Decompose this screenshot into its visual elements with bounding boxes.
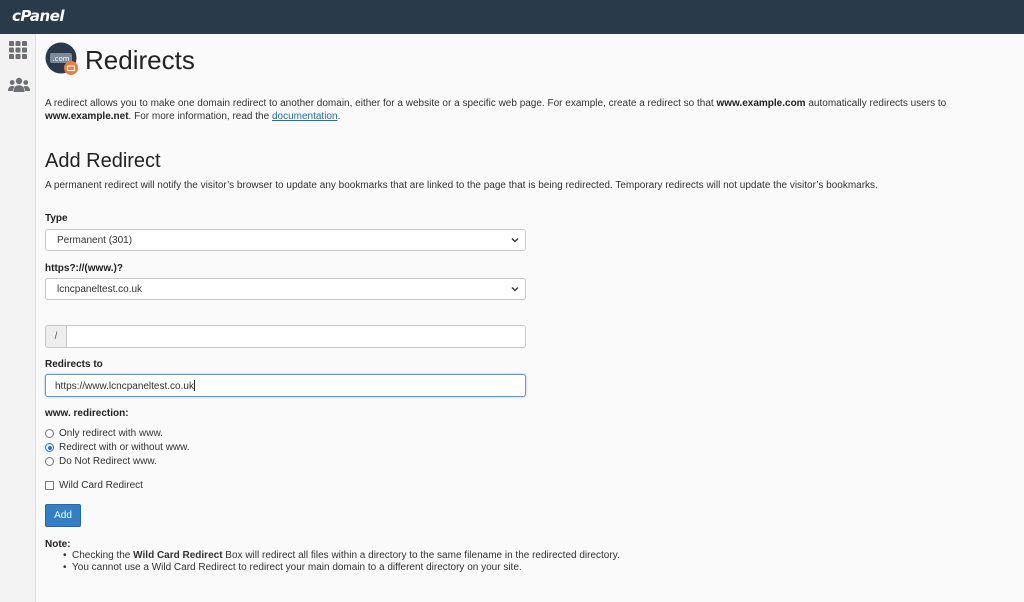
page-title: Redirects xyxy=(85,45,195,75)
text-caret xyxy=(193,380,195,391)
redirects-to-label: Redirects to xyxy=(45,359,103,370)
main-content: .com Redirects A redirect allows you to … xyxy=(36,34,1024,602)
path-input-group: / xyxy=(45,325,526,348)
radio-button[interactable] xyxy=(45,429,54,438)
www-redirection-label: www. redirection: xyxy=(45,408,129,419)
radio-label: Redirect with or without www. xyxy=(59,442,190,453)
wildcard-label: Wild Card Redirect xyxy=(59,480,143,491)
section-description: A permanent redirect will notify the vis… xyxy=(45,180,878,191)
note-label: Note: xyxy=(45,539,71,550)
type-label: Type xyxy=(45,213,68,224)
domain-select-value: lcncpaneltest.co.uk xyxy=(57,284,143,295)
sidebar xyxy=(0,34,36,602)
radio-label: Only redirect with www. xyxy=(59,428,163,439)
note-list: Checking the Wild Card Redirect Box will… xyxy=(63,550,763,574)
radio-label: Do Not Redirect www. xyxy=(59,456,157,467)
intro-text: A redirect allows you to make one domain… xyxy=(45,98,947,122)
type-select-value: Permanent (301) xyxy=(57,235,133,246)
radio-button[interactable] xyxy=(45,457,54,466)
redirect-domain-icon: .com xyxy=(45,42,79,76)
documentation-link[interactable]: documentation xyxy=(272,111,338,122)
cpanel-logo[interactable]: cPanel xyxy=(12,7,65,25)
chevron-down-icon xyxy=(511,238,519,243)
redirects-to-value: https://www.lcncpaneltest.co.uk xyxy=(55,381,194,392)
radio-button-checked[interactable] xyxy=(45,443,54,452)
svg-text:.com: .com xyxy=(52,55,69,63)
path-input[interactable] xyxy=(66,325,526,348)
wildcard-checkbox[interactable] xyxy=(45,481,54,490)
type-select[interactable]: Permanent (301) xyxy=(45,229,526,251)
section-title: Add Redirect xyxy=(45,150,161,172)
users-icon[interactable] xyxy=(8,77,30,95)
chevron-down-icon xyxy=(511,287,519,292)
domain-select[interactable]: lcncpaneltest.co.uk xyxy=(45,278,526,300)
note-item: Checking the Wild Card Redirect Box will… xyxy=(63,550,763,562)
redirects-to-input[interactable]: https://www.lcncpaneltest.co.uk xyxy=(45,374,526,397)
top-bar: cPanel xyxy=(0,0,1024,34)
domain-label: https?://(www.)? xyxy=(45,263,123,274)
note-item: You cannot use a Wild Card Redirect to r… xyxy=(63,562,763,574)
add-button[interactable]: Add xyxy=(45,504,81,527)
path-prefix: / xyxy=(45,325,67,348)
grid-icon[interactable] xyxy=(8,41,28,59)
